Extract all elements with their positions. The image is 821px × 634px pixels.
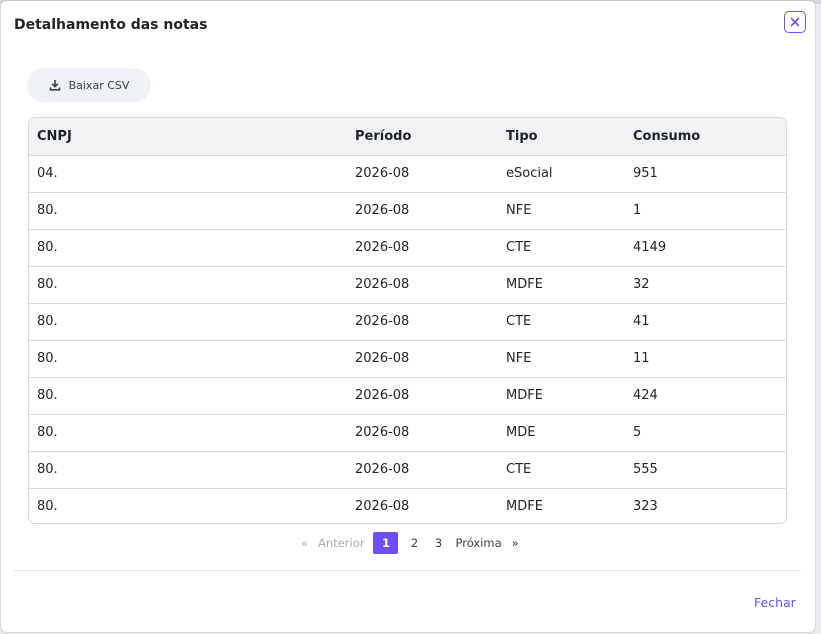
cell-periodo: 2026-08 xyxy=(347,340,498,378)
table-header-row: CNPJ Período Tipo Consumo xyxy=(29,118,786,156)
cell-periodo: 2026-08 xyxy=(347,229,498,267)
cell-cnpj: 80. xyxy=(29,192,347,230)
footer-divider xyxy=(14,570,801,571)
notes-detail-modal: Detalhamento das notas Baixar CSV CNPJ P… xyxy=(1,1,815,632)
cell-periodo: 2026-08 xyxy=(347,266,498,304)
cell-tipo: CTE xyxy=(498,229,625,267)
cell-periodo: 2026-08 xyxy=(347,192,498,230)
table-row: 80. 2026-08 MDFE 424 xyxy=(29,377,786,415)
cell-tipo: MDFE xyxy=(498,266,625,304)
cell-cnpj: 80. xyxy=(29,377,347,415)
cell-periodo: 2026-08 xyxy=(347,451,498,489)
pagination-page-1[interactable]: 1 xyxy=(373,532,399,554)
notes-table: CNPJ Período Tipo Consumo 04. 2026-08 eS… xyxy=(29,118,786,523)
close-button[interactable] xyxy=(784,11,806,33)
cell-consumo: 555 xyxy=(625,451,786,489)
close-modal-button[interactable]: Fechar xyxy=(754,595,796,610)
cell-tipo: MDFE xyxy=(498,377,625,415)
cell-cnpj: 80. xyxy=(29,266,347,304)
cell-consumo: 4149 xyxy=(625,229,786,267)
cell-consumo: 424 xyxy=(625,377,786,415)
column-header-periodo: Período xyxy=(347,118,498,156)
cell-consumo: 41 xyxy=(625,303,786,341)
cell-consumo: 32 xyxy=(625,266,786,304)
cell-cnpj: 80. xyxy=(29,303,347,341)
table-row: 80. 2026-08 CTE 41 xyxy=(29,303,786,341)
cell-consumo: 951 xyxy=(625,155,786,193)
download-csv-button[interactable]: Baixar CSV xyxy=(27,68,151,102)
cell-consumo: 5 xyxy=(625,414,786,452)
pagination-next[interactable]: Próxima xyxy=(450,532,506,554)
table-row: 80. 2026-08 MDFE 32 xyxy=(29,266,786,304)
notes-table-container: CNPJ Período Tipo Consumo 04. 2026-08 eS… xyxy=(28,117,787,524)
pagination: « Anterior 1 2 3 Próxima » xyxy=(296,532,524,554)
pagination-first: « xyxy=(301,536,309,550)
cell-tipo: MDFE xyxy=(506,499,543,515)
table-row: 80. 2026-08 CTE 4149 xyxy=(29,229,786,267)
pagination-previous: Anterior xyxy=(318,536,365,550)
cell-tipo: eSocial xyxy=(498,155,625,193)
table-row: 80. 2026-08 MDFE 323 xyxy=(29,488,786,523)
table-row: 80. 2026-08 MDE 5 xyxy=(29,414,786,452)
cell-cnpj: 80. xyxy=(29,414,347,452)
download-csv-label: Baixar CSV xyxy=(68,78,130,92)
download-icon xyxy=(49,80,60,91)
cell-cnpj: 04. xyxy=(29,155,347,193)
cell-consumo: 323 xyxy=(633,499,658,515)
cell-tipo: CTE xyxy=(498,451,625,489)
cell-cnpj: 80. xyxy=(29,340,347,378)
pagination-page-3[interactable]: 3 xyxy=(426,532,450,554)
cell-tipo: NFE xyxy=(498,340,625,378)
cell-consumo: 11 xyxy=(625,340,786,378)
cell-cnpj: 80. xyxy=(29,451,347,489)
table-row: 80. 2026-08 NFE 11 xyxy=(29,340,786,378)
cell-periodo: 2026-08 xyxy=(355,499,410,515)
cell-cnpj: 80. xyxy=(29,229,347,267)
modal-title: Detalhamento das notas xyxy=(14,17,208,33)
close-icon xyxy=(790,17,800,27)
column-header-consumo: Consumo xyxy=(625,118,786,156)
cell-periodo: 2026-08 xyxy=(347,414,498,452)
column-header-tipo: Tipo xyxy=(498,118,625,156)
cell-periodo: 2026-08 xyxy=(347,377,498,415)
cell-cnpj: 80. xyxy=(37,499,58,515)
cell-tipo: NFE xyxy=(498,192,625,230)
cell-tipo: CTE xyxy=(498,303,625,341)
pagination-page-2[interactable]: 2 xyxy=(402,532,426,554)
table-row: 80. 2026-08 CTE 555 xyxy=(29,451,786,489)
column-header-cnpj: CNPJ xyxy=(29,118,347,156)
table-row: 80. 2026-08 NFE 1 xyxy=(29,192,786,230)
cell-consumo: 1 xyxy=(625,192,786,230)
cell-tipo: MDE xyxy=(498,414,625,452)
cell-periodo: 2026-08 xyxy=(347,155,498,193)
table-row: 04. 2026-08 eSocial 951 xyxy=(29,155,786,193)
pagination-last[interactable]: » xyxy=(507,532,524,554)
cell-periodo: 2026-08 xyxy=(347,303,498,341)
